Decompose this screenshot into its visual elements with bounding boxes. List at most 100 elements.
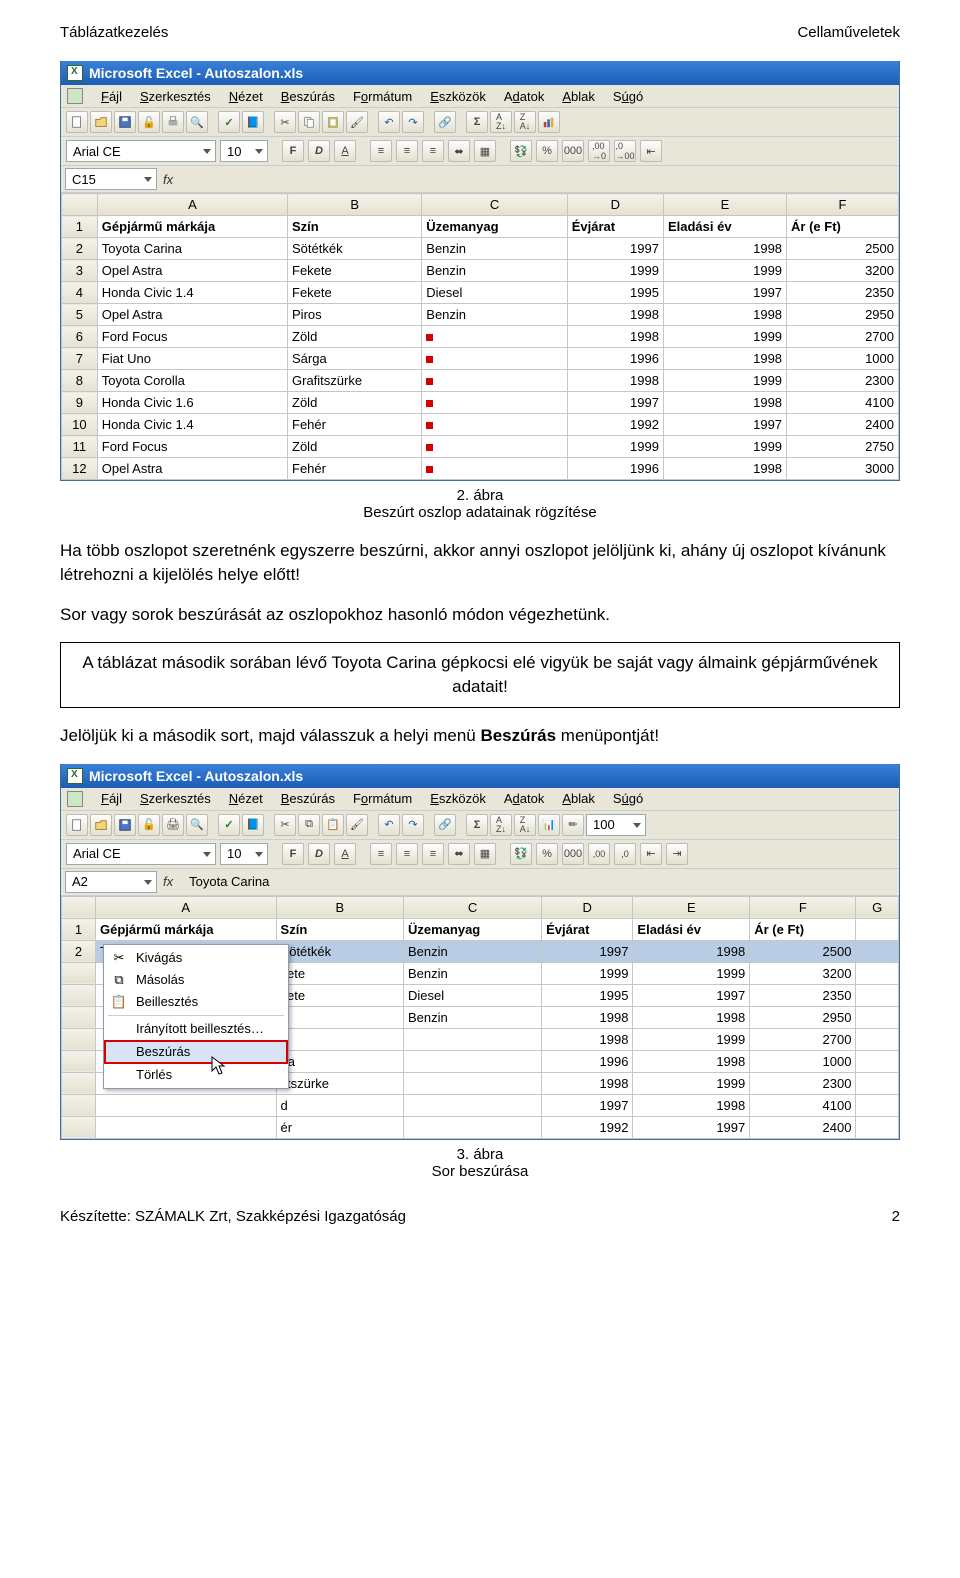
menu-insert[interactable]: Beszúrás [281, 791, 335, 806]
cell[interactable]: 1998 [567, 304, 663, 326]
save-icon[interactable] [114, 814, 136, 836]
cell[interactable]: 1992 [567, 414, 663, 436]
menu-help[interactable]: Súgó [613, 791, 643, 806]
cell[interactable]: Üzemanyag [404, 918, 542, 940]
row-header[interactable]: 2 [62, 940, 96, 962]
borders-icon[interactable]: ▦ [474, 843, 496, 865]
cell[interactable] [856, 1094, 899, 1116]
row-header[interactable] [62, 1050, 96, 1072]
name-box[interactable]: A2 [65, 871, 157, 893]
cell[interactable]: 4100 [750, 1094, 856, 1116]
cell[interactable]: 1998 [542, 1006, 633, 1028]
row-header[interactable] [62, 1028, 96, 1050]
cell[interactable] [422, 348, 567, 370]
fx-icon[interactable]: fx [163, 172, 173, 187]
decrease-indent-icon[interactable]: ⇤ [640, 140, 662, 162]
cell[interactable] [856, 984, 899, 1006]
cell[interactable] [856, 1116, 899, 1138]
cell[interactable]: Piros [288, 304, 422, 326]
cell[interactable] [856, 940, 899, 962]
cell[interactable] [422, 436, 567, 458]
cell[interactable]: Benzin [404, 1006, 542, 1028]
col-header[interactable]: A [97, 194, 287, 216]
research-icon[interactable]: 📘 [242, 814, 264, 836]
autosum-icon[interactable]: Σ [466, 111, 488, 133]
cell[interactable]: d [276, 1028, 403, 1050]
menu-view[interactable]: Nézet [229, 89, 263, 104]
zoom-combo[interactable]: 100 [586, 814, 646, 836]
permissions-icon[interactable]: 🔓 [138, 111, 160, 133]
chart-icon[interactable] [538, 111, 560, 133]
cell[interactable]: 1997 [663, 282, 786, 304]
cell[interactable] [422, 392, 567, 414]
cell[interactable]: Toyota Carina [97, 238, 287, 260]
cell[interactable]: Gépjármű márkája [95, 918, 276, 940]
cell[interactable]: 1997 [633, 1116, 750, 1138]
cell[interactable] [404, 1072, 542, 1094]
cell[interactable]: 3200 [750, 962, 856, 984]
align-right-icon[interactable]: ≡ [422, 843, 444, 865]
cell[interactable]: 1999 [633, 1072, 750, 1094]
percent-icon[interactable]: % [536, 843, 558, 865]
cell[interactable]: 3200 [787, 260, 899, 282]
sort-asc-icon[interactable]: AZ↓ [490, 111, 512, 133]
cell[interactable]: Ár (e Ft) [750, 918, 856, 940]
cell[interactable] [856, 1050, 899, 1072]
formula-value[interactable]: Toyota Carina [189, 874, 269, 889]
print-preview-icon[interactable]: 🔍 [186, 111, 208, 133]
cell[interactable] [856, 962, 899, 984]
row-header[interactable]: 8 [62, 370, 98, 392]
cell[interactable] [422, 326, 567, 348]
cell[interactable] [404, 1028, 542, 1050]
cell[interactable]: Honda Civic 1.6 [97, 392, 287, 414]
cell[interactable]: Diesel [422, 282, 567, 304]
cell[interactable]: 2500 [787, 238, 899, 260]
format-painter-icon[interactable]: 🖌 [346, 111, 368, 133]
row-header[interactable]: 9 [62, 392, 98, 414]
hyperlink-icon[interactable]: 🔗 [434, 814, 456, 836]
cell[interactable]: Eladási év [633, 918, 750, 940]
cell[interactable]: 2400 [750, 1116, 856, 1138]
sort-desc-icon[interactable]: ZA↓ [514, 111, 536, 133]
cell[interactable]: 2750 [787, 436, 899, 458]
cell[interactable]: Fehér [288, 458, 422, 480]
cell[interactable] [422, 370, 567, 392]
cell[interactable]: Opel Astra [97, 260, 287, 282]
col-header[interactable]: B [288, 194, 422, 216]
cell[interactable] [856, 1028, 899, 1050]
cell[interactable]: Zöld [288, 392, 422, 414]
increase-decimal-icon[interactable]: ,00→0 [588, 140, 610, 162]
cell[interactable]: 1998 [633, 940, 750, 962]
cell[interactable]: 1998 [663, 238, 786, 260]
increase-decimal-icon[interactable]: ,00 [588, 843, 610, 865]
cell[interactable]: 1997 [633, 984, 750, 1006]
cell[interactable]: 1998 [567, 370, 663, 392]
col-header[interactable]: C [422, 194, 567, 216]
merge-center-icon[interactable]: ⬌ [448, 140, 470, 162]
merge-center-icon[interactable]: ⬌ [448, 843, 470, 865]
align-right-icon[interactable]: ≡ [422, 140, 444, 162]
menu-data[interactable]: Adatok [504, 89, 544, 104]
cell[interactable]: 1995 [542, 984, 633, 1006]
cell[interactable] [856, 918, 899, 940]
cell[interactable]: Üzemanyag [422, 216, 567, 238]
cell[interactable]: 1999 [567, 260, 663, 282]
menu-window[interactable]: Ablak [562, 791, 595, 806]
cell[interactable] [856, 1006, 899, 1028]
font-name-combo[interactable]: Arial CE [66, 843, 216, 865]
col-header[interactable]: C [404, 896, 542, 918]
open-icon[interactable] [90, 814, 112, 836]
cell[interactable] [422, 458, 567, 480]
cell[interactable]: Benzin [404, 962, 542, 984]
spellcheck-icon[interactable]: ✓ [218, 111, 240, 133]
align-center-icon[interactable]: ≡ [396, 843, 418, 865]
row-header[interactable]: 6 [62, 326, 98, 348]
sort-desc-icon[interactable]: ZA↓ [514, 814, 536, 836]
select-all-corner[interactable] [62, 896, 96, 918]
cell[interactable]: 1999 [663, 436, 786, 458]
font-name-combo[interactable]: Arial CE [66, 140, 216, 162]
row-header[interactable] [62, 1116, 96, 1138]
paste-icon[interactable] [322, 111, 344, 133]
row-header[interactable]: 10 [62, 414, 98, 436]
cell[interactable] [95, 1116, 276, 1138]
